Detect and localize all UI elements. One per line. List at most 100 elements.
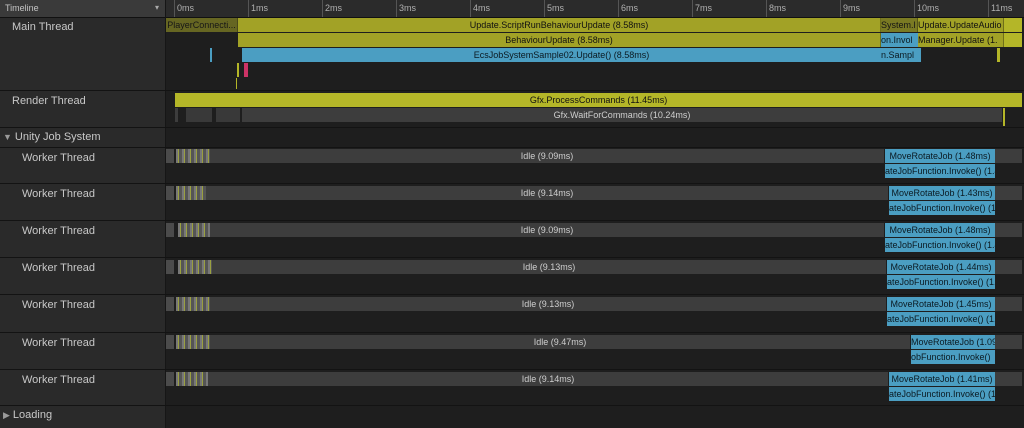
sample-bar[interactable]: Idle (9.09ms)	[210, 149, 884, 163]
sample-bar[interactable]	[166, 335, 174, 349]
row-separator	[0, 220, 1024, 221]
thread-sidebar: Timeline ▾ Main Thread Render Thread ▼ Un…	[0, 0, 166, 428]
job-activity-strip[interactable]	[176, 186, 206, 200]
ruler-tick	[914, 0, 915, 17]
sample-bar[interactable]	[166, 186, 174, 200]
ruler-tick	[470, 0, 471, 17]
sample-bar[interactable]: MoveRotateJob (1.48ms)	[885, 223, 995, 237]
sample-bar[interactable]: MoveRotateJob (1.41ms)	[889, 372, 995, 386]
sample-bar[interactable]: obFunction.Invoke()	[911, 350, 995, 364]
sample-bar[interactable]	[166, 149, 174, 163]
ruler-tick	[618, 0, 619, 17]
sample-bar[interactable]	[186, 108, 212, 122]
sample-bar[interactable]: MoveRotateJob (1.48ms)	[885, 149, 995, 163]
ruler-tick	[174, 0, 175, 17]
ruler-tick-label: 10ms	[917, 3, 940, 13]
sample-bar[interactable]: Idle (9.47ms)	[210, 335, 910, 349]
ruler-tick	[396, 0, 397, 17]
row-separator	[0, 257, 1024, 258]
sample-bar[interactable]	[175, 108, 178, 122]
sample-bar[interactable]: EcsJobSystemSample02.Update() (8.58ms)	[242, 48, 881, 62]
ruler-tick	[692, 0, 693, 17]
sample-bar[interactable]	[995, 372, 1022, 386]
sample-bar[interactable]: ateJobFunction.Invoke() (1.4	[885, 164, 995, 178]
row-separator	[0, 147, 1024, 148]
group-loading[interactable]: ▶ Loading	[3, 409, 52, 421]
ruler-tick	[766, 0, 767, 17]
sample-bar[interactable]: Idle (9.14ms)	[208, 372, 888, 386]
sample-bar[interactable]: MoveRotateJob (1.45ms)	[887, 297, 995, 311]
sample-bar[interactable]: Idle (9.09ms)	[210, 223, 884, 237]
sample-bar[interactable]: Idle (9.13ms)	[210, 297, 886, 311]
sample-bar[interactable]	[1004, 33, 1022, 47]
sample-bar[interactable]	[166, 297, 174, 311]
sample-marker[interactable]	[236, 78, 237, 89]
sample-bar[interactable]: Update.ScriptRunBehaviourUpdate (8.58ms)	[238, 18, 881, 32]
sample-bar[interactable]	[216, 108, 240, 122]
sample-marker[interactable]	[237, 63, 239, 77]
group-label: Unity Job System	[14, 131, 101, 143]
sample-bar[interactable]: ateJobFunction.Invoke() (1.4	[889, 201, 995, 215]
thread-label-worker: Worker Thread	[22, 374, 95, 386]
sample-bar[interactable]: Update.UpdateAudio	[918, 18, 1004, 32]
sample-bar[interactable]	[1004, 18, 1022, 32]
sample-bar[interactable]	[166, 260, 174, 274]
timeline-dropdown[interactable]: Timeline ▾	[0, 0, 165, 18]
row-separator	[0, 332, 1024, 333]
ruler-tick-label: 8ms	[769, 3, 787, 13]
ruler-tick-label: 4ms	[473, 3, 491, 13]
sample-bar[interactable]	[995, 335, 1022, 349]
sample-bar[interactable]	[995, 260, 1022, 274]
ruler-tick	[248, 0, 249, 17]
sample-bar[interactable]: Gfx.ProcessCommands (11.45ms)	[175, 93, 1022, 107]
sample-bar[interactable]: BehaviourUpdate (8.58ms)	[238, 33, 881, 47]
sample-bar[interactable]	[166, 372, 174, 386]
job-activity-strip[interactable]	[178, 223, 210, 237]
ruler-tick-label: 2ms	[325, 3, 343, 13]
job-activity-strip[interactable]	[176, 335, 210, 349]
sample-bar[interactable]: MoveRotateJob (1.43ms)	[889, 186, 995, 200]
ruler-tick-label: 3ms	[399, 3, 417, 13]
sample-bar[interactable]: n.Sampl	[881, 48, 921, 62]
sample-bar[interactable]: Idle (9.13ms)	[212, 260, 886, 274]
foldout-collapsed-icon: ▶	[3, 410, 10, 420]
ruler-tick	[544, 0, 545, 17]
thread-label-worker: Worker Thread	[22, 337, 95, 349]
sample-marker[interactable]	[997, 48, 1000, 62]
sample-bar[interactable]	[995, 186, 1022, 200]
sample-bar[interactable]: Gfx.WaitForCommands (10.24ms)	[242, 108, 1002, 122]
sample-marker[interactable]	[244, 63, 248, 77]
sample-bar[interactable]: PlayerConnecti...	[166, 18, 238, 32]
sample-bar[interactable]	[995, 223, 1022, 237]
sample-bar[interactable]: Idle (9.14ms)	[206, 186, 888, 200]
sample-bar[interactable]	[166, 223, 174, 237]
sample-bar[interactable]: ateJobFunction.Invoke() (1.4	[887, 275, 995, 289]
ruler-tick-label: 6ms	[621, 3, 639, 13]
job-activity-strip[interactable]	[176, 297, 210, 311]
job-activity-strip[interactable]	[176, 149, 210, 163]
sample-bar[interactable]: ateJobFunction.Invoke() (1.4	[889, 387, 995, 401]
group-label: Loading	[12, 409, 53, 421]
thread-label-worker: Worker Thread	[22, 262, 95, 274]
sample-bar[interactable]: on.Invol	[881, 33, 918, 47]
time-ruler[interactable]: 0ms 1ms 2ms 3ms 4ms 5ms 6ms 7ms 8ms 9ms …	[166, 0, 1024, 18]
sample-bar[interactable]	[995, 149, 1022, 163]
sample-marker[interactable]	[1003, 108, 1005, 126]
chevron-down-icon: ▾	[154, 3, 159, 12]
sample-bar[interactable]: ateJobFunction.Invoke() (1.4	[887, 312, 995, 326]
group-unity-job-system[interactable]: ▼ Unity Job System	[3, 131, 101, 143]
sample-bar[interactable]: MoveRotateJob (1.44ms)	[887, 260, 995, 274]
sample-bar[interactable]: Manager.Update (1.	[918, 33, 1004, 47]
ruler-tick-label: 1ms	[251, 3, 269, 13]
thread-label-main: Main Thread	[12, 21, 74, 33]
job-activity-strip[interactable]	[178, 260, 212, 274]
job-activity-strip[interactable]	[176, 372, 208, 386]
sample-bar[interactable]: MoveRotateJob (1.09ms	[911, 335, 995, 349]
sample-bar[interactable]	[995, 297, 1022, 311]
sample-bar[interactable]: ateJobFunction.Invoke() (1.4	[885, 238, 995, 252]
row-separator	[0, 183, 1024, 184]
sample-bar[interactable]: System.l	[881, 18, 918, 32]
row-separator	[0, 405, 1024, 406]
row-separator	[0, 90, 1024, 91]
sample-marker[interactable]	[210, 48, 212, 62]
